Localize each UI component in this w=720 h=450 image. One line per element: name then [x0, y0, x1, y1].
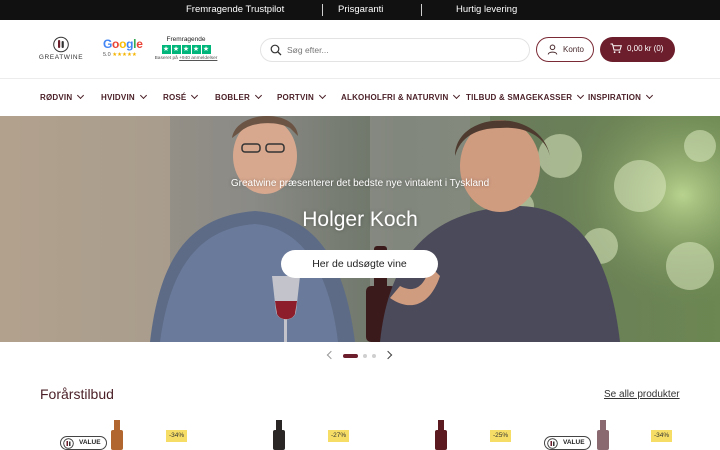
discount-badge: -34% — [166, 430, 188, 442]
value-icon — [63, 438, 74, 449]
hero-kicker: Greatwine præsenterer det bedste nye vin… — [230, 178, 490, 189]
discount-badge: -27% — [328, 430, 350, 442]
search-box[interactable] — [260, 38, 530, 62]
value-badge: VALUE — [544, 436, 591, 450]
star-icon: ★ — [181, 45, 191, 54]
divider — [322, 4, 323, 16]
chevron-down-icon — [191, 91, 199, 100]
star-icon: ★ — [201, 45, 211, 54]
product-image — [273, 420, 285, 450]
slide-dot-active[interactable] — [343, 354, 358, 358]
chevron-down-icon — [577, 91, 585, 100]
product-image — [597, 420, 609, 450]
star-icon: ★ — [161, 45, 171, 54]
value-badge: VALUE — [60, 436, 107, 450]
chevron-down-icon — [318, 91, 327, 100]
see-all-products-link[interactable]: Se alle produkter — [604, 389, 680, 400]
logo-text: GREATWINE — [38, 54, 84, 61]
value-icon — [547, 438, 558, 449]
nav-item-portvin[interactable]: PORTVIN — [277, 91, 327, 102]
google-rating[interactable]: Google 5.0 ★★★★★ — [103, 37, 143, 59]
trustpilot-widget[interactable]: Fremragende ★ ★ ★ ★ ★ Baseret på +940 anmeld… — [146, 36, 226, 61]
discount-badge: -34% — [651, 430, 673, 442]
logo-icon — [53, 36, 69, 53]
announcement-trustpilot: Fremragende Trustpilot — [186, 4, 285, 15]
hero-banner[interactable]: Greatwine præsenterer det bedste nye vin… — [0, 116, 720, 342]
account-button[interactable]: Konto — [536, 37, 594, 62]
nav-item-hvidvin[interactable]: HVIDVIN — [101, 91, 147, 102]
trustpilot-title: Fremragende — [166, 36, 206, 43]
nav-item-inspiration[interactable]: INSPIRATION — [588, 91, 654, 102]
slide-dot[interactable] — [363, 354, 367, 358]
chevron-down-icon — [139, 91, 147, 100]
announcement-price-guarantee: Prisgaranti — [338, 4, 384, 15]
nav-item-roedvin[interactable]: RØDVIN — [40, 91, 85, 102]
chevron-down-icon — [453, 91, 461, 100]
hero-cta-button[interactable]: Her de udsøgte vine — [281, 250, 438, 278]
nav-item-rose[interactable]: ROSÉ — [163, 91, 199, 102]
google-logo: Google — [103, 37, 143, 51]
section-title: Forårstilbud — [40, 386, 114, 402]
user-icon — [547, 44, 558, 55]
product-image — [435, 420, 447, 450]
divider — [421, 4, 422, 16]
site-header: GREATWINE Google 5.0 ★★★★★ Fremragende ★… — [0, 20, 720, 78]
account-label: Konto — [563, 45, 584, 54]
product-card[interactable]: -27% — [222, 420, 372, 450]
search-icon[interactable] — [270, 44, 282, 56]
nav-item-alkoholfri-naturvin[interactable]: ALKOHOLFRI & NATURVIN — [341, 91, 461, 102]
nav-item-tilbud-smagekasser[interactable]: TILBUD & SMAGEKASSER — [466, 91, 585, 102]
trustpilot-review-count: Baseret på +940 anmeldelser — [154, 56, 218, 61]
nav-item-bobler[interactable]: BOBLER — [215, 91, 263, 102]
cart-icon — [610, 43, 622, 54]
chevron-down-icon — [646, 91, 654, 100]
discount-badge: -25% — [490, 430, 512, 442]
slide-dot[interactable] — [372, 354, 376, 358]
product-image — [111, 420, 123, 450]
cart-button[interactable]: 0,00 kr (0) — [600, 37, 675, 62]
product-card[interactable]: -25% — [384, 420, 534, 450]
trustpilot-stars: ★ ★ ★ ★ ★ — [146, 45, 226, 54]
chevron-left-icon[interactable] — [326, 350, 336, 360]
chevron-right-icon[interactable] — [383, 350, 393, 360]
search-input[interactable] — [287, 42, 517, 58]
google-score: 5.0 ★★★★★ — [103, 52, 137, 58]
product-card[interactable]: VALUE -34% — [60, 420, 210, 450]
main-navigation: RØDVIN HVIDVIN ROSÉ BOBLER PORTVIN ALKOH… — [0, 79, 720, 116]
star-icon: ★ — [171, 45, 181, 54]
star-icons: ★★★★★ — [112, 52, 137, 58]
logo[interactable]: GREATWINE — [38, 36, 84, 64]
chevron-down-icon — [254, 91, 263, 100]
chevron-down-icon — [77, 91, 85, 100]
hero-title: Holger Koch — [302, 208, 418, 231]
announcement-fast-delivery: Hurtig levering — [456, 4, 518, 15]
product-card[interactable]: VALUE -34% — [544, 420, 694, 450]
star-icon: ★ — [191, 45, 201, 54]
cart-total: 0,00 kr (0) — [627, 44, 664, 53]
slider-controls — [0, 342, 720, 372]
announcement-bar: Fremragende Trustpilot Prisgaranti Hurti… — [0, 0, 720, 20]
